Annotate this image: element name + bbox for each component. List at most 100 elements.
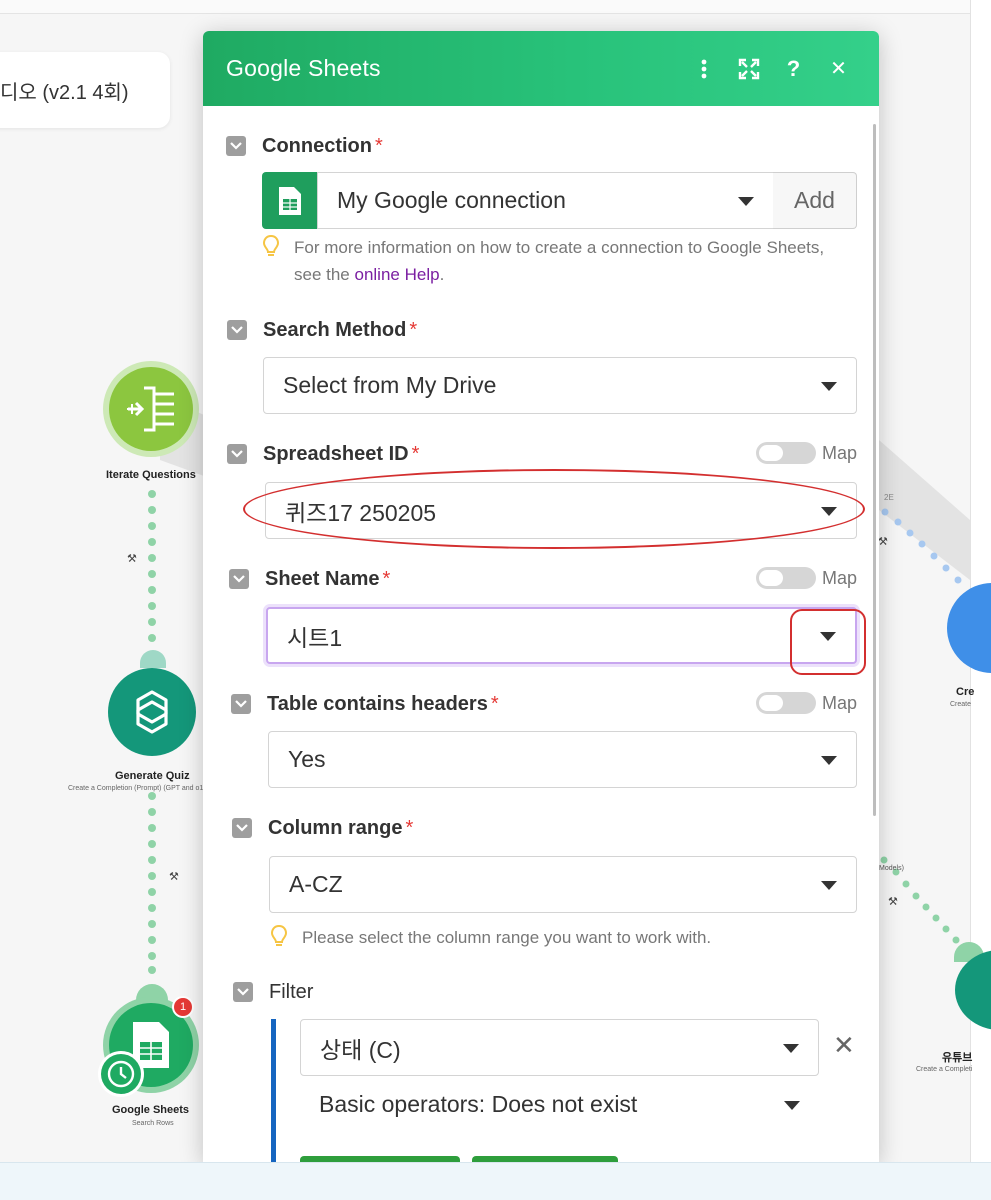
online-help-link[interactable]: online Help (355, 265, 440, 284)
iterator-icon (127, 386, 174, 432)
module-settings-panel: Google Sheets ? ✕ Connection * My Google… (203, 31, 879, 1162)
header-actions: ? ✕ (681, 54, 861, 84)
collapse-checkbox[interactable] (231, 694, 251, 714)
lightbulb-icon (262, 234, 280, 256)
collapse-checkbox[interactable] (229, 569, 249, 589)
chevron-down-icon (738, 196, 754, 206)
wrench-icon[interactable]: ⚒ (888, 895, 898, 908)
chevron-down-icon (820, 631, 836, 641)
node-sublabel: Create a Completion (Prompt) (GPT and o1… (68, 785, 206, 792)
map-toggle[interactable]: Map (755, 692, 857, 714)
map-label: Map (821, 567, 857, 588)
table-headers-select[interactable]: Yes (268, 731, 857, 788)
required-marker: * (490, 692, 499, 715)
map-switch[interactable] (755, 692, 816, 714)
filter-column-value: 상태 (C) (320, 1036, 401, 1063)
map-toggle[interactable]: Map (755, 567, 857, 589)
panel-title: Google Sheets (226, 55, 381, 81)
search-method-field: Search Method * (227, 317, 857, 343)
bottom-toolbar (0, 1162, 991, 1200)
remove-condition-icon[interactable]: ✕ (833, 1030, 855, 1061)
panel-body[interactable]: Connection * My Google connection Add Fo… (203, 106, 879, 1162)
node-label: Google Sheets (112, 1104, 190, 1116)
node-label: Iterate Questions (106, 469, 196, 481)
sheet-name-field: Sheet Name * Map (229, 566, 857, 592)
collapse-checkbox[interactable] (232, 818, 252, 838)
close-icon[interactable]: ✕ (816, 54, 861, 84)
wrench-icon[interactable]: ⚒ (169, 870, 179, 883)
map-label: Map (821, 692, 857, 713)
add-connection-button[interactable]: Add (773, 172, 857, 229)
node-label: 유튜브 (942, 1052, 973, 1064)
required-marker: * (382, 567, 391, 590)
column-range-hint: Please select the column range you want … (302, 928, 712, 947)
node-label: Generate Quiz (115, 770, 190, 782)
panel-scrollbar[interactable] (873, 124, 876, 816)
column-range-select[interactable]: A-CZ (269, 856, 857, 913)
field-label: Sheet Name (265, 567, 380, 590)
lightbulb-icon (270, 924, 288, 946)
column-range-value: A-CZ (289, 871, 343, 897)
expand-icon[interactable] (726, 54, 771, 84)
connection-field: Connection * (226, 133, 856, 159)
required-marker: * (375, 134, 383, 157)
search-method-select[interactable]: Select from My Drive (263, 357, 857, 414)
spreadsheet-id-value: 퀴즈17 250205 (285, 499, 437, 526)
node-label: Cre (956, 686, 975, 698)
wrench-icon[interactable]: ⚒ (127, 552, 137, 565)
field-label: Column range (268, 816, 403, 839)
spreadsheet-id-field: Spreadsheet ID * Map (227, 441, 857, 467)
iterator-node-inner (109, 367, 193, 451)
filter-group-bar (271, 1019, 276, 1162)
map-label: Map (821, 442, 857, 463)
node-sublabel: Create (950, 701, 972, 708)
collapse-checkbox[interactable] (233, 982, 253, 1002)
google-sheets-connection-icon (262, 172, 318, 229)
table-headers-value: Yes (288, 746, 326, 772)
chevron-down-icon (821, 506, 837, 516)
connection-select[interactable]: My Google connection (317, 172, 774, 229)
filter-operator-select[interactable]: Basic operators: Does not exist (300, 1076, 819, 1133)
schedule-clock-icon[interactable] (98, 1051, 144, 1097)
panel-header: Google Sheets ? ✕ (203, 31, 879, 106)
collapse-checkbox[interactable] (226, 136, 246, 156)
chevron-down-icon (821, 381, 837, 391)
iterator-node[interactable] (103, 361, 199, 457)
required-marker: * (405, 816, 414, 839)
connection-value: My Google connection (337, 187, 566, 213)
table-headers-field: Table contains headers * Map (231, 691, 857, 717)
required-marker: * (409, 318, 418, 341)
column-range-field: Column range * (232, 815, 857, 841)
more-vertical-icon[interactable] (681, 54, 726, 84)
edge-tag: Models) (879, 865, 904, 872)
chevron-down-icon (821, 755, 837, 765)
required-marker: * (411, 442, 420, 465)
chevron-down-icon (784, 1100, 800, 1110)
filter-column-select[interactable]: 상태 (C) (300, 1019, 819, 1076)
collapse-checkbox[interactable] (227, 320, 247, 340)
field-label: Connection (262, 134, 372, 157)
node-sublabel: Search Rows (132, 1120, 174, 1127)
spreadsheet-id-select[interactable]: 퀴즈17 250205 (265, 482, 857, 539)
map-switch[interactable] (755, 567, 816, 589)
filter-operator-value: Basic operators: Does not exist (319, 1091, 638, 1117)
edge-tag: 2E (884, 493, 894, 502)
node-sublabel: Create a Completi (916, 1066, 973, 1073)
chevron-down-icon (783, 1043, 799, 1053)
chevron-down-icon (821, 880, 837, 890)
search-method-value: Select from My Drive (283, 372, 497, 398)
sheet-name-value: 시트1 (287, 624, 343, 651)
hint-text: . (439, 265, 445, 284)
map-switch[interactable] (755, 442, 816, 464)
wrench-icon[interactable]: ⚒ (878, 535, 888, 548)
connection-hint: For more information on how to create a … (294, 234, 839, 288)
field-label: Search Method (263, 318, 407, 341)
field-label: Spreadsheet ID (263, 442, 409, 465)
map-toggle[interactable]: Map (755, 442, 857, 464)
filter-field: Filter (233, 979, 857, 1005)
collapse-checkbox[interactable] (227, 444, 247, 464)
sheet-name-select[interactable]: 시트1 (266, 607, 857, 664)
help-icon[interactable]: ? (771, 54, 816, 84)
openai-node[interactable] (108, 668, 196, 756)
openai-icon (136, 690, 168, 734)
